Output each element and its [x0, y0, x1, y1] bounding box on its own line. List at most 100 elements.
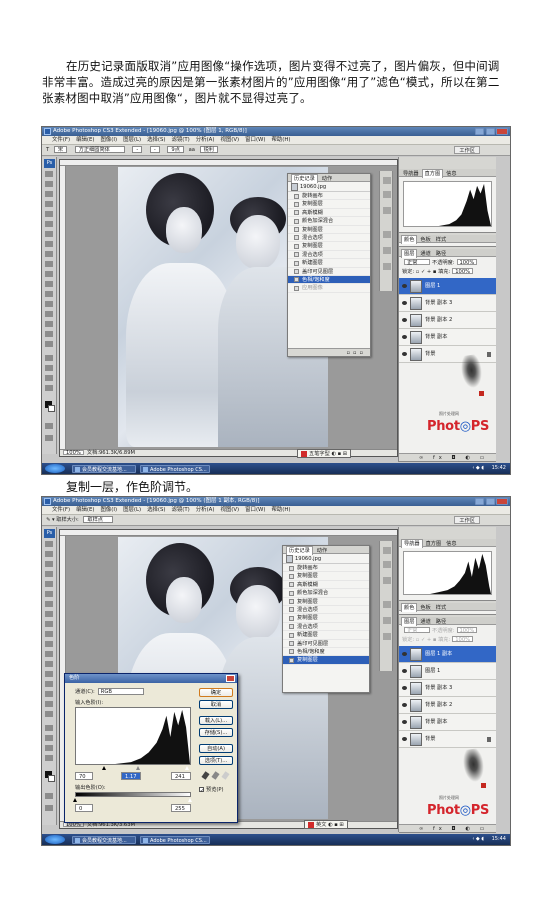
tab-swatches[interactable]: 色板 [418, 236, 432, 244]
navigator-icon[interactable] [383, 177, 391, 184]
input-white-field[interactable]: 241 [171, 772, 191, 780]
tab-styles[interactable]: 样式 [434, 604, 448, 612]
auto-button[interactable]: 自动(A) [199, 744, 233, 753]
history-item[interactable]: 颜色加深混合 [283, 589, 369, 598]
eye-icon[interactable] [402, 669, 407, 673]
history-item[interactable]: 复制图层 [288, 226, 370, 234]
input-black-slider[interactable] [102, 766, 106, 770]
font-weight-select[interactable]: - [149, 146, 160, 153]
lasso-tool-icon[interactable] [45, 191, 53, 197]
blur-tool-icon[interactable] [45, 291, 53, 297]
move-tool-icon[interactable] [45, 541, 53, 547]
opacity-field[interactable]: 100% [456, 627, 478, 634]
crop-tool-icon[interactable] [45, 211, 53, 217]
layer-row[interactable]: 图层 1 副本 [399, 646, 496, 663]
eye-icon[interactable] [402, 318, 407, 322]
input-black-field[interactable]: 70 [75, 772, 93, 780]
orientation-toggle[interactable]: 宋 [53, 146, 68, 153]
history-item[interactable]: 旋转画布 [283, 564, 369, 573]
path-select-icon[interactable] [45, 331, 53, 337]
tab-histogram[interactable]: 直方图 [424, 540, 444, 548]
tab-styles[interactable]: 样式 [434, 236, 448, 244]
quick-mask-icon[interactable] [45, 793, 53, 799]
font-style-select[interactable]: - [132, 146, 143, 153]
tab-info[interactable]: 信息 [444, 170, 458, 178]
history-item[interactable]: 混合选项 [283, 606, 369, 615]
lock-icons[interactable]: ▫ ✓ + ▪ [414, 637, 438, 643]
notes-tool-icon[interactable] [45, 355, 53, 361]
eye-icon[interactable] [402, 686, 407, 690]
type-tool-icon[interactable] [45, 691, 53, 697]
history-item[interactable]: 新建图层 [283, 631, 369, 640]
shape-tool-icon[interactable] [45, 341, 53, 347]
history-snapshot[interactable]: 19060.jpg [288, 182, 370, 192]
white-eyedropper-icon[interactable] [221, 771, 230, 780]
layer-row[interactable]: 背景 副本 [399, 329, 496, 346]
font-size-select[interactable]: 9点 [167, 146, 184, 153]
paragraph-icon[interactable] [383, 633, 391, 640]
save-button[interactable]: 存储(S)... [199, 728, 233, 737]
options-button[interactable]: 选项(T)... [199, 756, 233, 765]
tab-color[interactable]: 颜色 [401, 235, 418, 244]
tab-paths[interactable]: 路径 [434, 250, 448, 258]
history-item[interactable]: 盖印可见图层 [288, 268, 370, 276]
magic-wand-tool-icon[interactable] [45, 201, 53, 207]
notes-tool-icon[interactable] [45, 725, 53, 731]
history-item[interactable]: 复制图层 [288, 242, 370, 251]
minimize-button[interactable] [475, 128, 484, 135]
tools-preset-icon[interactable] [383, 207, 391, 214]
brushes-icon[interactable] [383, 601, 391, 608]
history-item[interactable]: 新建图层 [288, 259, 370, 268]
tools-preset-icon[interactable] [383, 577, 391, 584]
history-item[interactable]: 高斯模糊 [283, 581, 369, 590]
zoom-field[interactable]: 100% [63, 450, 84, 456]
blur-tool-icon[interactable] [45, 661, 53, 667]
menu-help[interactable]: 帮助(H) [271, 507, 290, 513]
input-gray-field[interactable]: 1.17 [121, 772, 141, 780]
history-item[interactable]: 色相/饱和度 [283, 648, 369, 657]
character-icon[interactable] [383, 617, 391, 624]
layer-row[interactable]: 背景 副本 [399, 714, 496, 731]
menu-window[interactable]: 窗口(W) [245, 137, 265, 143]
tab-paths[interactable]: 路径 [434, 618, 448, 626]
menu-file[interactable]: 文件(F) [52, 507, 70, 513]
brushes-icon[interactable] [383, 231, 391, 238]
close-button[interactable] [496, 498, 508, 505]
pen-tool-icon[interactable] [45, 311, 53, 317]
tab-navigator[interactable]: 导航器 [401, 170, 421, 178]
input-gray-slider[interactable] [136, 766, 140, 770]
fill-field[interactable]: 100% [452, 636, 474, 643]
task-photoshop[interactable]: Adobe Photoshop CS... [140, 835, 210, 844]
menu-window[interactable]: 窗口(W) [245, 507, 265, 513]
eye-icon[interactable] [402, 703, 407, 707]
eye-icon[interactable] [402, 335, 407, 339]
menu-filter[interactable]: 滤镜(T) [172, 507, 190, 513]
character-icon[interactable] [383, 247, 391, 254]
histogram-icon[interactable] [383, 191, 391, 198]
eye-icon[interactable] [402, 301, 407, 305]
menu-view[interactable]: 视图(V) [220, 137, 239, 143]
gray-eyedropper-icon[interactable] [211, 771, 220, 780]
type-tool-icon[interactable]: T [46, 147, 49, 153]
history-item[interactable]: 复制图层 [283, 614, 369, 623]
eyedropper-tool-icon[interactable]: ✎ ▾ [46, 517, 55, 523]
layer-row[interactable]: 图层 1 [399, 278, 496, 295]
output-white-slider[interactable] [188, 798, 192, 802]
slice-tool-icon[interactable] [45, 221, 53, 227]
layer-row[interactable]: 背景 [399, 731, 496, 748]
black-eyedropper-icon[interactable] [201, 771, 210, 780]
move-tool-icon[interactable] [45, 171, 53, 177]
magic-wand-tool-icon[interactable] [45, 571, 53, 577]
dodge-tool-icon[interactable] [45, 671, 53, 677]
close-button[interactable] [496, 128, 508, 135]
history-item[interactable]: 应用图像 [288, 284, 370, 293]
history-item[interactable]: 混合选项 [283, 623, 369, 632]
ok-button[interactable]: 确定 [199, 688, 233, 697]
background-color-swatch[interactable] [48, 405, 55, 412]
zoom-tool-icon[interactable] [45, 755, 53, 761]
zoom-tool-icon[interactable] [45, 385, 53, 391]
task-browser[interactable]: 会员教程交流基地... [72, 464, 136, 473]
lock-icons[interactable]: ▫ ✓ + ▪ [414, 269, 438, 275]
paragraph-icon[interactable] [383, 263, 391, 270]
sample-size-select[interactable]: 取样点 [83, 516, 114, 523]
